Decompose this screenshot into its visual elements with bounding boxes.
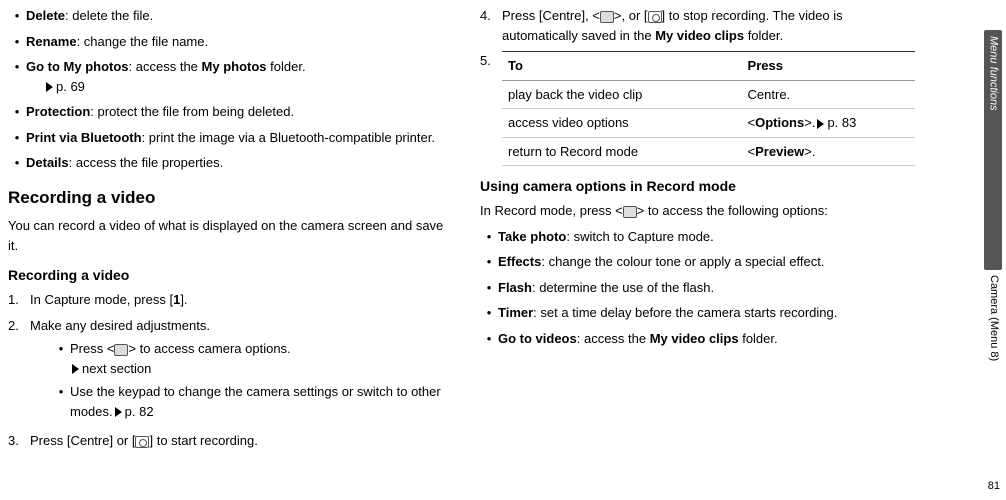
paragraph: You can record a video of what is displa… xyxy=(8,216,450,255)
options-list-right: Take photo: switch to Capture mode. Effe… xyxy=(480,227,915,349)
table-header-press: Press xyxy=(742,52,915,81)
camera-icon xyxy=(135,436,149,448)
list-item: Effects: change the colour tone or apply… xyxy=(480,252,915,272)
page-number: 81 xyxy=(988,478,1000,495)
table-row: access video options <Options>.p. 83 xyxy=(502,109,915,138)
substep-item: Use the keypad to change the camera sett… xyxy=(52,382,450,421)
pointer-icon xyxy=(46,82,53,92)
substeps-list: Press <> to access camera options.next s… xyxy=(30,339,450,421)
left-column: Delete: delete the file. Rename: change … xyxy=(0,0,470,500)
list-item: Timer: set a time delay before the camer… xyxy=(480,303,915,323)
list-item: Take photo: switch to Capture mode. xyxy=(480,227,915,247)
list-item: Details: access the file properties. xyxy=(8,153,450,173)
pointer-icon xyxy=(72,364,79,374)
side-tab: Menu functions Camera (Menu 8) xyxy=(980,0,1006,500)
side-tab-bar: Menu functions xyxy=(984,30,1002,270)
list-item: Print via Bluetooth: print the image via… xyxy=(8,128,450,148)
list-item: Rename: change the file name. xyxy=(8,32,450,52)
side-tab-subtitle: Camera (Menu 8) xyxy=(986,275,1003,361)
list-item: Go to My photos: access the My photos fo… xyxy=(8,57,450,96)
pointer-icon xyxy=(115,407,122,417)
substep-item: Press <> to access camera options.next s… xyxy=(52,339,450,378)
right-column: Press [Centre], <>, or [] to stop record… xyxy=(470,0,940,500)
actions-table: To Press play back the video clip Centre… xyxy=(502,51,915,166)
steps-list: In Capture mode, press [1]. Make any des… xyxy=(8,290,450,451)
step-item: Make any desired adjustments. Press <> t… xyxy=(8,316,450,426)
paragraph: In Record mode, press <> to access the f… xyxy=(480,201,915,221)
options-list-left: Delete: delete the file. Rename: change … xyxy=(8,6,450,173)
table-header-to: To xyxy=(502,52,742,81)
pointer-icon xyxy=(817,119,824,129)
step-item: Press [Centre], <>, or [] to stop record… xyxy=(480,6,915,45)
subheading-camera-options: Using camera options in Record mode xyxy=(480,176,915,197)
step-item: In Capture mode, press [1]. xyxy=(8,290,450,310)
softkey-icon xyxy=(623,206,637,218)
list-item: Delete: delete the file. xyxy=(8,6,450,26)
heading-recording-video: Recording a video xyxy=(8,185,450,211)
camera-icon xyxy=(648,11,662,23)
table-row: return to Record mode <Preview>. xyxy=(502,137,915,166)
list-item: Go to videos: access the My video clips … xyxy=(480,329,915,349)
step-item: Press [Centre] or [] to start recording. xyxy=(8,431,450,451)
list-item: Flash: determine the use of the flash. xyxy=(480,278,915,298)
step-number: 5. xyxy=(480,51,502,166)
step-5-table: 5. To Press play back the video clip Cen… xyxy=(480,51,915,166)
softkey-icon xyxy=(114,344,128,356)
table-header-row: To Press xyxy=(502,52,915,81)
subheading-recording-video: Recording a video xyxy=(8,265,450,286)
softkey-icon xyxy=(600,11,614,23)
table-row: play back the video clip Centre. xyxy=(502,80,915,109)
steps-list-continued: Press [Centre], <>, or [] to stop record… xyxy=(480,6,915,45)
list-item: Protection: protect the file from being … xyxy=(8,102,450,122)
